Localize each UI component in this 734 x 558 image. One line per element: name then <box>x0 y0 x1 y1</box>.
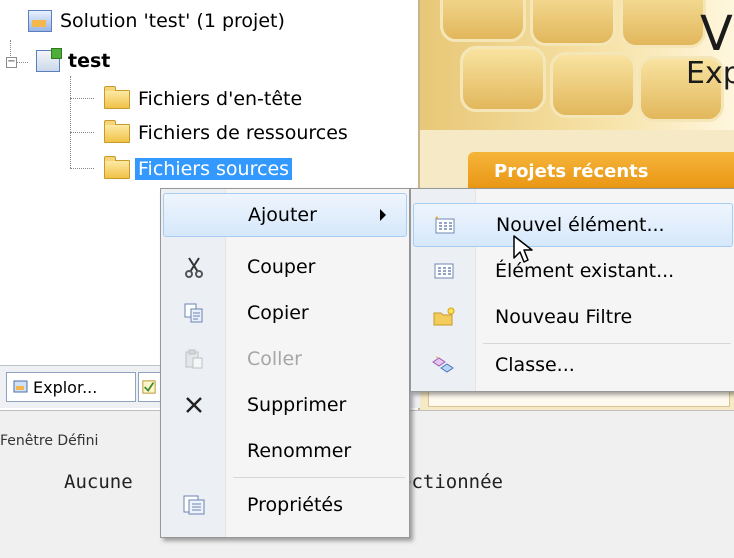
properties-icon <box>181 493 207 517</box>
banner-tile <box>620 0 706 48</box>
collapse-toggle-icon[interactable]: − <box>6 57 17 68</box>
copy-icon <box>181 301 207 325</box>
tree-item-header-files[interactable]: Fichiers d'en-tête <box>104 84 302 114</box>
banner-tile <box>550 52 636 118</box>
menu-item-element-existant[interactable]: Élément existant... <box>413 249 733 293</box>
definition-text-right: ectionnée <box>400 471 503 493</box>
class-view-icon <box>142 380 156 394</box>
tree-item-project[interactable]: test <box>36 46 110 76</box>
tree-connector <box>70 76 71 168</box>
tree-connector <box>70 168 94 169</box>
menu-item-nouveau-filtre[interactable]: Nouveau Filtre <box>413 295 733 339</box>
menu-item-label: Renommer <box>247 440 352 462</box>
folder-icon <box>104 155 130 179</box>
folder-icon <box>104 85 130 109</box>
folder-label-selected: Fichiers sources <box>133 157 294 181</box>
folder-label: Fichiers d'en-tête <box>138 88 303 110</box>
class-icon <box>431 353 457 377</box>
delete-x-icon <box>181 393 207 417</box>
menu-item-label: Ajouter <box>248 204 317 226</box>
tree-connector <box>10 40 11 56</box>
menu-item-label: Propriétés <box>247 494 344 516</box>
menu-item-proprietes[interactable]: Propriétés <box>163 483 407 527</box>
solution-explorer-icon <box>13 380 28 393</box>
solution-icon <box>28 10 52 32</box>
menu-item-label: Nouveau Filtre <box>495 306 633 328</box>
new-filter-icon <box>431 305 457 329</box>
tree-item-source-files[interactable]: Fichiers sources <box>104 154 294 184</box>
banner-tile <box>460 46 546 112</box>
project-icon <box>36 48 62 72</box>
menu-item-label: Coller <box>247 348 302 370</box>
menu-item-nouvel-element[interactable]: Nouvel élément... <box>413 203 733 247</box>
tree-connector <box>70 132 94 133</box>
banner-tile <box>530 0 616 46</box>
banner-tile <box>440 0 526 42</box>
submenu-arrow-icon <box>380 209 386 221</box>
menu-separator <box>233 477 405 478</box>
solution-label: Solution 'test' (1 projet) <box>60 10 285 32</box>
menu-item-copier[interactable]: Copier <box>163 291 407 335</box>
menu-item-classe[interactable]: Classe... <box>413 343 733 387</box>
menu-item-renommer[interactable]: Renommer <box>163 429 407 473</box>
scissors-icon <box>181 255 207 279</box>
tree-connector <box>70 98 94 99</box>
add-submenu: Nouvel élément... Élément existant... No… <box>410 188 734 392</box>
menu-item-label: Copier <box>247 302 309 324</box>
context-menu: Ajouter Couper Copier Coller Supprimer R… <box>160 188 410 538</box>
menu-item-label: Classe... <box>495 354 575 376</box>
menu-item-label: Couper <box>247 256 316 278</box>
definition-window-text: Aucune ectionnée <box>64 471 503 493</box>
definition-text-left: Aucune <box>64 471 133 493</box>
menu-item-coller[interactable]: Coller <box>163 337 407 381</box>
menu-item-couper[interactable]: Couper <box>163 245 407 289</box>
tab-label: Explor... <box>33 377 98 397</box>
definition-window-title: Fenêtre Défini <box>0 433 99 449</box>
tree-item-resource-files[interactable]: Fichiers de ressources <box>104 118 348 148</box>
tree-connector <box>16 62 28 63</box>
menu-item-ajouter[interactable]: Ajouter <box>163 193 407 237</box>
project-label: test <box>68 50 111 72</box>
menu-item-supprimer[interactable]: Supprimer <box>163 383 407 427</box>
mouse-cursor-icon <box>513 235 533 263</box>
existing-item-icon <box>431 259 457 283</box>
start-page-title: Vi <box>700 6 734 62</box>
tab-solution-explorer[interactable]: Explor... <box>6 372 136 402</box>
tree-item-solution[interactable]: Solution 'test' (1 projet) <box>28 6 285 36</box>
start-page-subtitle: Exp <box>686 56 734 91</box>
folder-label: Fichiers de ressources <box>138 122 348 144</box>
paste-icon <box>181 347 207 371</box>
folder-icon <box>104 119 130 143</box>
recent-projects-header[interactable]: Projets récents <box>468 152 734 192</box>
menu-item-label: Supprimer <box>247 394 347 416</box>
menu-item-label: Nouvel élément... <box>496 214 665 236</box>
new-item-icon <box>432 213 458 237</box>
